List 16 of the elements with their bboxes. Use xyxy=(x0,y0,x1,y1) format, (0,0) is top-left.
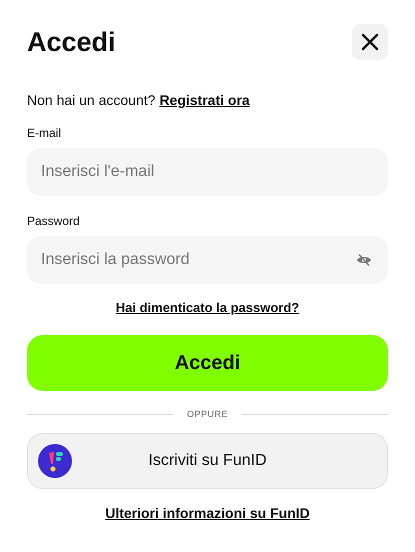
field-label: E-mail xyxy=(27,126,62,140)
register-link[interactable]: Registrati ora xyxy=(159,92,250,108)
dialog-title: Accedi xyxy=(27,26,116,58)
close-button[interactable] xyxy=(352,24,388,60)
funid-info-link[interactable]: Ulteriori informazioni su FunID xyxy=(105,505,310,521)
divider-label: OPPURE xyxy=(187,409,228,419)
email-field[interactable]: Inserisci l'e-mail xyxy=(27,148,388,196)
funid-button[interactable]: Iscriviti su FunID xyxy=(27,433,388,489)
hidden-eye-icon[interactable] xyxy=(356,254,372,266)
field-label: Password xyxy=(27,214,81,228)
close-icon xyxy=(361,33,379,51)
logo-icon xyxy=(38,444,72,478)
login-button[interactable]: Accedi xyxy=(27,335,388,391)
password-field[interactable]: Inserisci la password xyxy=(27,236,388,284)
forgot-password-link[interactable]: Hai dimenticato la password? xyxy=(116,300,300,315)
signup-prompt: Non hai un account? xyxy=(27,92,156,108)
